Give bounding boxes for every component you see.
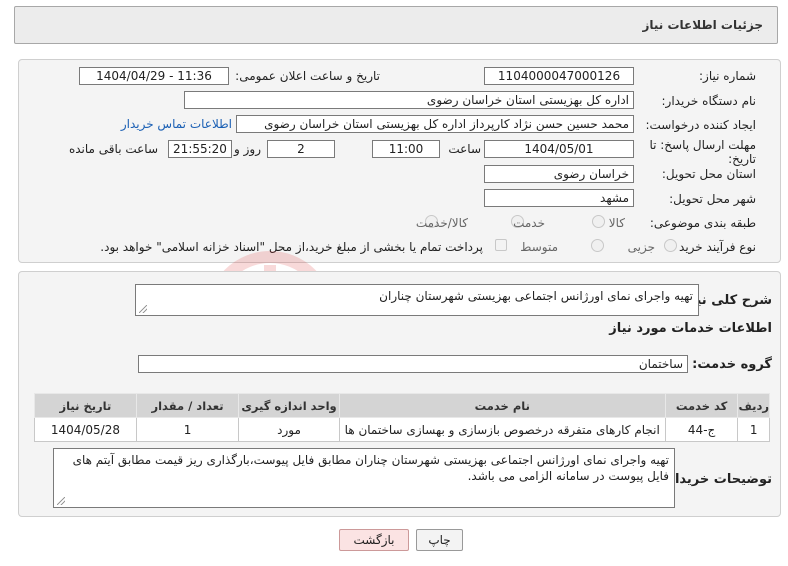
buyer-notes-text: تهیه واجرای نمای اورژانس اجتماعی بهزیستی… [72, 453, 669, 483]
treasury-note: پرداخت تمام یا بخشی از مبلغ خرید،از محل … [100, 240, 483, 254]
cell-service-name: انجام کارهای متفرقه درخصوص بازسازی و بهس… [338, 417, 666, 442]
print-button[interactable]: چاپ [416, 529, 463, 551]
service-group-label: گروه خدمت: [692, 357, 772, 372]
need-info-panel [18, 59, 781, 263]
category-label: طبقه بندی موضوعی: [649, 216, 756, 230]
deadline-date-field[interactable]: 1404/05/01 [484, 140, 634, 158]
process-option-medium: متوسط [520, 240, 558, 254]
resize-grip-icon[interactable] [139, 305, 147, 313]
table-header-row: ردیف کد خدمت نام خدمت واحد اندازه گیری ت… [34, 393, 770, 418]
resize-grip-icon[interactable] [57, 497, 65, 505]
buyer-label: نام دستگاه خریدار: [661, 94, 757, 108]
process-radio-medium[interactable] [591, 239, 604, 252]
summary-textarea[interactable]: تهیه واجرای نمای اورژانس اجتماعی بهزیستی… [135, 284, 699, 316]
page-header: جزئیات اطلاعات نیاز [14, 6, 778, 44]
province-field[interactable]: خراسان رضوی [484, 165, 634, 183]
table-row: 1 ج-44 انجام کارهای متفرقه درخصوص بازساز… [34, 417, 770, 442]
category-option-goods: کالا [608, 216, 625, 230]
days-field[interactable]: 2 [267, 140, 335, 158]
services-table: ردیف کد خدمت نام خدمت واحد اندازه گیری ت… [34, 393, 770, 442]
need-number-label: شماره نیاز: [699, 69, 756, 83]
category-radio-goods[interactable] [592, 215, 605, 228]
city-field[interactable]: مشهد [484, 189, 634, 207]
cell-row: 1 [737, 417, 770, 442]
days-label: روز و [234, 142, 261, 156]
col-row: ردیف [737, 393, 770, 418]
announce-label: تاریخ و ساعت اعلان عمومی: [235, 69, 380, 83]
buyer-notes-textarea[interactable]: تهیه واجرای نمای اورژانس اجتماعی بهزیستی… [53, 448, 675, 508]
treasury-checkbox[interactable] [495, 239, 507, 251]
creator-field[interactable]: محمد حسین حسن نژاد کارپرداز اداره کل بهز… [236, 115, 634, 133]
deadline-label: مهلت ارسال پاسخ: تا [649, 138, 756, 152]
deadline-time-field[interactable]: 11:00 [372, 140, 440, 158]
cell-quantity: 1 [135, 417, 240, 442]
col-service-name: نام خدمت [338, 393, 666, 418]
creator-label: ایجاد کننده درخواست: [645, 118, 756, 132]
service-group-field[interactable]: ساختمان [138, 355, 688, 373]
col-unit: واحد اندازه گیری [238, 393, 340, 418]
deadline-date-label: تاریخ: [728, 152, 756, 166]
back-button[interactable]: بازگشت [339, 529, 409, 551]
category-option-both: کالا/خدمت [415, 216, 468, 230]
remaining-label: ساعت باقی مانده [68, 142, 158, 156]
col-need-date: تاریخ نیاز [34, 393, 137, 418]
col-service-code: کد خدمت [664, 393, 739, 418]
page-title: جزئیات اطلاعات نیاز [642, 18, 763, 32]
buyer-contact-link[interactable]: اطلاعات تماس خریدار [121, 117, 232, 131]
province-label: استان محل تحویل: [661, 167, 756, 181]
process-radio-small[interactable] [664, 239, 677, 252]
summary-text: تهیه واجرای نمای اورژانس اجتماعی بهزیستی… [379, 289, 693, 303]
col-quantity: تعداد / مقدار [135, 393, 240, 418]
buyer-notes-label: توضیحات خریدار: [662, 472, 772, 487]
remaining-time-field[interactable]: 21:55:20 [168, 140, 232, 158]
category-option-service: خدمت [513, 216, 545, 230]
process-label: نوع فرآیند خرید : [671, 240, 756, 254]
cell-unit: مورد [238, 417, 340, 442]
cell-need-date: 1404/05/28 [34, 417, 137, 442]
need-number-field[interactable]: 1104000047000126 [484, 67, 634, 85]
city-label: شهر محل تحویل: [669, 192, 756, 206]
buyer-field[interactable]: اداره کل بهزیستی استان خراسان رضوی [184, 91, 634, 109]
deadline-time-label: ساعت [448, 142, 481, 156]
cell-service-code: ج-44 [664, 417, 739, 442]
announce-datetime-field[interactable]: 1404/04/29 - 11:36 [79, 67, 229, 85]
process-option-small: جزیی [627, 240, 655, 254]
services-title: اطلاعات خدمات مورد نیاز [609, 321, 772, 336]
